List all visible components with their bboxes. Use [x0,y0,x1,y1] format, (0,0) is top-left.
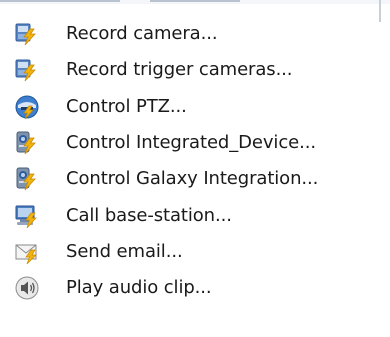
context-menu: Record camera... Record trigger cameras.… [0,0,390,337]
menu-item-list: Record camera... Record trigger cameras.… [0,16,380,306]
menu-item-label: Call base-station... [66,204,232,226]
galaxy-integration-icon [14,166,40,192]
menu-item-label: Record camera... [66,23,218,45]
menu-item-control-galaxy-integration[interactable]: Control Galaxy Integration... [0,161,380,197]
menu-item-label: Record trigger cameras... [66,59,293,81]
base-station-icon [14,203,40,229]
menu-top-edge [0,0,390,4]
menu-item-control-ptz[interactable]: Control PTZ... [0,89,380,125]
ptz-control-icon [14,94,40,120]
record-camera-icon [14,21,40,47]
menu-item-record-camera[interactable]: Record camera... [0,16,380,52]
menu-item-record-trigger-cameras[interactable]: Record trigger cameras... [0,52,380,88]
integrated-device-icon [14,130,40,156]
menu-item-send-email[interactable]: Send email... [0,234,380,270]
menu-item-control-integrated-device[interactable]: Control Integrated_Device... [0,125,380,161]
menu-item-label: Play audio clip... [66,277,212,299]
audio-clip-icon [14,275,40,301]
menu-item-label: Control PTZ... [66,95,187,117]
menu-item-label: Control Galaxy Integration... [66,168,319,190]
menu-item-play-audio-clip[interactable]: Play audio clip... [0,270,380,306]
send-email-icon [14,239,40,265]
menu-item-label: Control Integrated_Device... [66,132,316,154]
record-trigger-cameras-icon [14,57,40,83]
menu-item-call-base-station[interactable]: Call base-station... [0,197,380,233]
menu-item-label: Send email... [66,241,183,263]
